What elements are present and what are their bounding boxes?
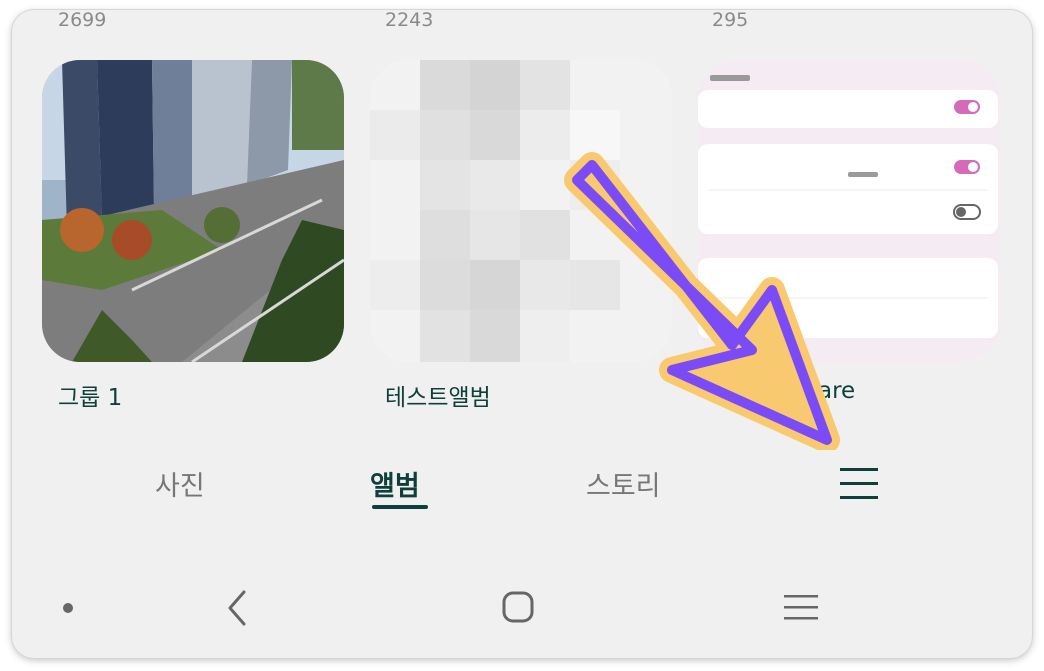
dot-indicator-icon xyxy=(63,603,73,613)
back-icon[interactable] xyxy=(224,588,250,628)
hamburger-menu-icon[interactable] xyxy=(838,464,880,504)
annotation-arrow-icon xyxy=(564,152,840,450)
buildings-photo xyxy=(42,60,344,362)
recents-icon[interactable] xyxy=(782,592,822,624)
gallery-app-frame: 2699 2243 295 그룹 1 테스트앨범 are 사진 앨범 스토리 xyxy=(12,10,1032,658)
tab-photos[interactable]: 사진 xyxy=(155,464,205,503)
album-name[interactable]: 그룹 1 xyxy=(58,378,122,412)
album-thumbnail-group1[interactable] xyxy=(42,60,344,362)
album-count: 295 xyxy=(712,10,749,30)
home-icon[interactable] xyxy=(500,588,538,628)
album-name[interactable]: 테스트앨범 xyxy=(385,378,491,412)
album-count: 2243 xyxy=(385,10,434,30)
tab-stories[interactable]: 스토리 xyxy=(586,464,661,503)
active-tab-indicator xyxy=(372,505,428,509)
album-count: 2699 xyxy=(58,10,107,30)
tab-albums[interactable]: 앨범 xyxy=(370,464,420,503)
